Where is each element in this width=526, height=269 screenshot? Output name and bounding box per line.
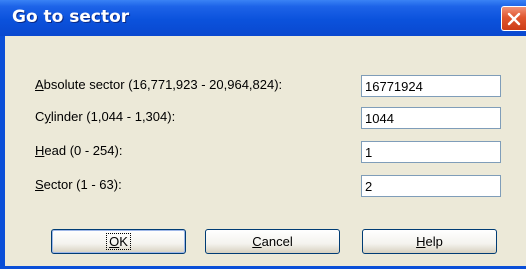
help-button[interactable]: Help	[362, 229, 497, 254]
sector-input[interactable]: 2	[361, 175, 501, 197]
absolute-sector-label: Absolute sector (16,771,923 - 20,964,824…	[35, 77, 283, 92]
dialog-body: Absolute sector (16,771,923 - 20,964,824…	[5, 36, 526, 266]
sector-label: Sector (1 - 63):	[35, 177, 122, 192]
absolute-sector-input[interactable]: 16771924	[361, 75, 501, 97]
cancel-button-label: Cancel	[252, 234, 293, 249]
ok-button[interactable]: OK	[51, 229, 186, 254]
close-icon	[507, 12, 521, 26]
cancel-button[interactable]: Cancel	[205, 229, 340, 254]
head-input[interactable]: 1	[361, 141, 501, 163]
ok-button-label: OK	[106, 233, 131, 250]
head-label: Head (0 - 254):	[35, 143, 123, 158]
go-to-sector-dialog: Go to sector Absolute sector (16,771,923…	[0, 0, 526, 269]
title-bar[interactable]: Go to sector	[0, 0, 526, 36]
cylinder-label: Cylinder (1,044 - 1,304):	[35, 109, 176, 124]
cylinder-input[interactable]: 1044	[361, 107, 501, 129]
dialog-title: Go to sector	[12, 7, 130, 27]
close-button[interactable]	[501, 6, 526, 31]
help-button-label: Help	[416, 234, 443, 249]
